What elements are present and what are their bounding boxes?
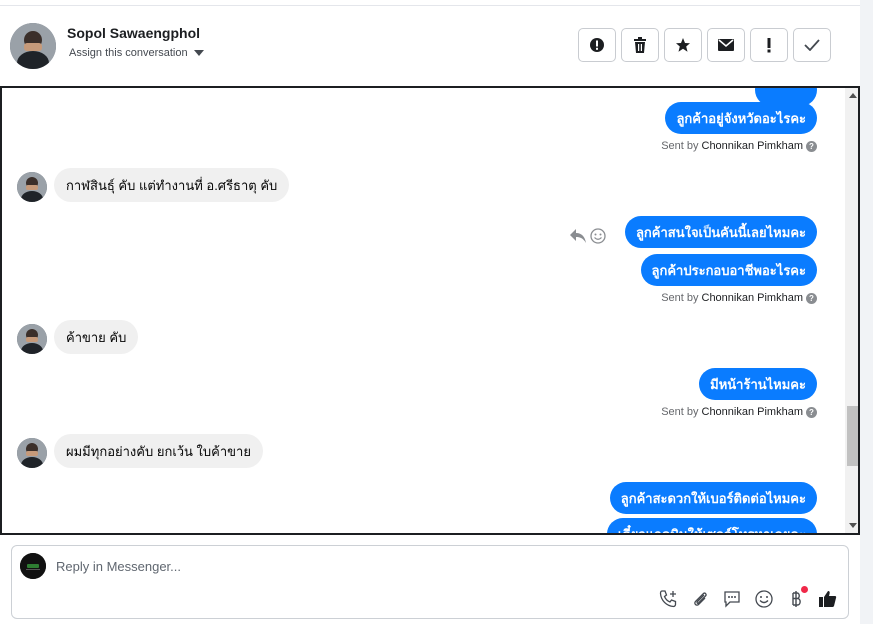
- contact-avatar[interactable]: [10, 23, 56, 69]
- contact-name[interactable]: Sopol Sawaengphol: [67, 25, 200, 41]
- sent-by-prefix: Sent by: [661, 140, 699, 152]
- incoming-message[interactable]: ผมมีทุกอย่างคับ ยกเว้น ใบค้าขาย: [54, 434, 263, 468]
- sent-by-prefix: Sent by: [661, 292, 699, 304]
- notification-dot: [801, 586, 808, 593]
- delete-button[interactable]: [621, 28, 659, 62]
- outgoing-message[interactable]: ลูกค้าอยู่จังหวัดอะไรคะ: [665, 102, 817, 134]
- sent-by-prefix: Sent by: [661, 406, 699, 418]
- important-icon: [767, 38, 771, 53]
- conversation-toolbar: [578, 28, 831, 62]
- mark-unread-button[interactable]: [707, 28, 745, 62]
- spam-icon: [590, 38, 604, 52]
- contact-avatar-small: [17, 324, 47, 354]
- reply-toolbar: [658, 586, 838, 609]
- contact-avatar-small: [17, 172, 47, 202]
- thread-scrollbar[interactable]: [845, 88, 858, 533]
- page-avatar: [20, 553, 46, 579]
- trash-icon: [634, 37, 646, 53]
- mark-important-button[interactable]: [750, 28, 788, 62]
- outgoing-message-partial[interactable]: เดี๋ยวแอดมินให้เซลล์โทรหาเลยคะ: [606, 518, 817, 533]
- caret-down-icon: [193, 50, 204, 56]
- sent-by-agent[interactable]: Chonnikan Pimkham: [702, 406, 804, 418]
- reply-composer[interactable]: Reply in Messenger...: [11, 545, 849, 619]
- help-icon[interactable]: ?: [806, 140, 817, 152]
- assign-label: Assign this conversation: [69, 47, 188, 59]
- help-icon[interactable]: ?: [806, 292, 817, 304]
- incoming-message[interactable]: กาฬสินธุ์ คับ แต่ทำงานที่ อ.ศรีธาตุ คับ: [54, 168, 290, 202]
- like-icon[interactable]: [818, 589, 838, 609]
- message-thread[interactable]: ลูกค้าอยู่จังหวัดอะไรคะ Sent by Chonnika…: [0, 86, 860, 535]
- sent-by-agent[interactable]: Chonnikan Pimkham: [702, 292, 804, 304]
- reply-input[interactable]: Reply in Messenger...: [56, 559, 181, 574]
- contact-avatar-small: [17, 438, 47, 468]
- outgoing-message[interactable]: ลูกค้าสนใจเป็นคันนี้เลยไหมคะ: [624, 216, 817, 248]
- emoji-icon[interactable]: [754, 589, 774, 609]
- mail-icon: [718, 39, 734, 51]
- window-edge: [860, 0, 873, 624]
- scroll-up-icon[interactable]: [849, 93, 857, 98]
- baht-icon[interactable]: [786, 586, 808, 609]
- reply-icon[interactable]: [570, 229, 586, 243]
- outgoing-message[interactable]: มีหน้าร้านไหมคะ: [699, 368, 817, 400]
- incoming-message[interactable]: ค้าขาย คับ: [54, 320, 139, 354]
- mark-done-button[interactable]: [793, 28, 831, 62]
- mark-spam-button[interactable]: [578, 28, 616, 62]
- sent-by-label: Sent by Chonnikan Pimkham ?: [661, 406, 817, 418]
- check-icon: [804, 39, 820, 51]
- attach-icon[interactable]: [690, 589, 710, 609]
- conversation-header: Sopol Sawaengphol Assign this conversati…: [0, 6, 860, 86]
- star-icon: [676, 38, 690, 52]
- outgoing-message[interactable]: ลูกค้าประกอบอาชีพอะไรคะ: [640, 254, 817, 286]
- sent-by-label: Sent by Chonnikan Pimkham ?: [661, 140, 817, 152]
- sent-by-agent[interactable]: Chonnikan Pimkham: [702, 140, 804, 152]
- star-button[interactable]: [664, 28, 702, 62]
- scrollbar-thumb[interactable]: [847, 406, 858, 466]
- outgoing-message[interactable]: ลูกค้าสะดวกให้เบอร์ติดต่อไหมคะ: [609, 482, 817, 514]
- message-actions: [570, 228, 606, 244]
- call-add-icon[interactable]: [658, 589, 678, 609]
- sent-by-label: Sent by Chonnikan Pimkham ?: [661, 292, 817, 304]
- saved-reply-icon[interactable]: [722, 589, 742, 609]
- scroll-down-icon[interactable]: [849, 523, 857, 528]
- help-icon[interactable]: ?: [806, 406, 817, 418]
- messenger-inbox-page: Sopol Sawaengphol Assign this conversati…: [0, 0, 873, 624]
- assign-conversation-dropdown[interactable]: Assign this conversation: [69, 47, 204, 59]
- react-emoji-icon[interactable]: [590, 228, 606, 244]
